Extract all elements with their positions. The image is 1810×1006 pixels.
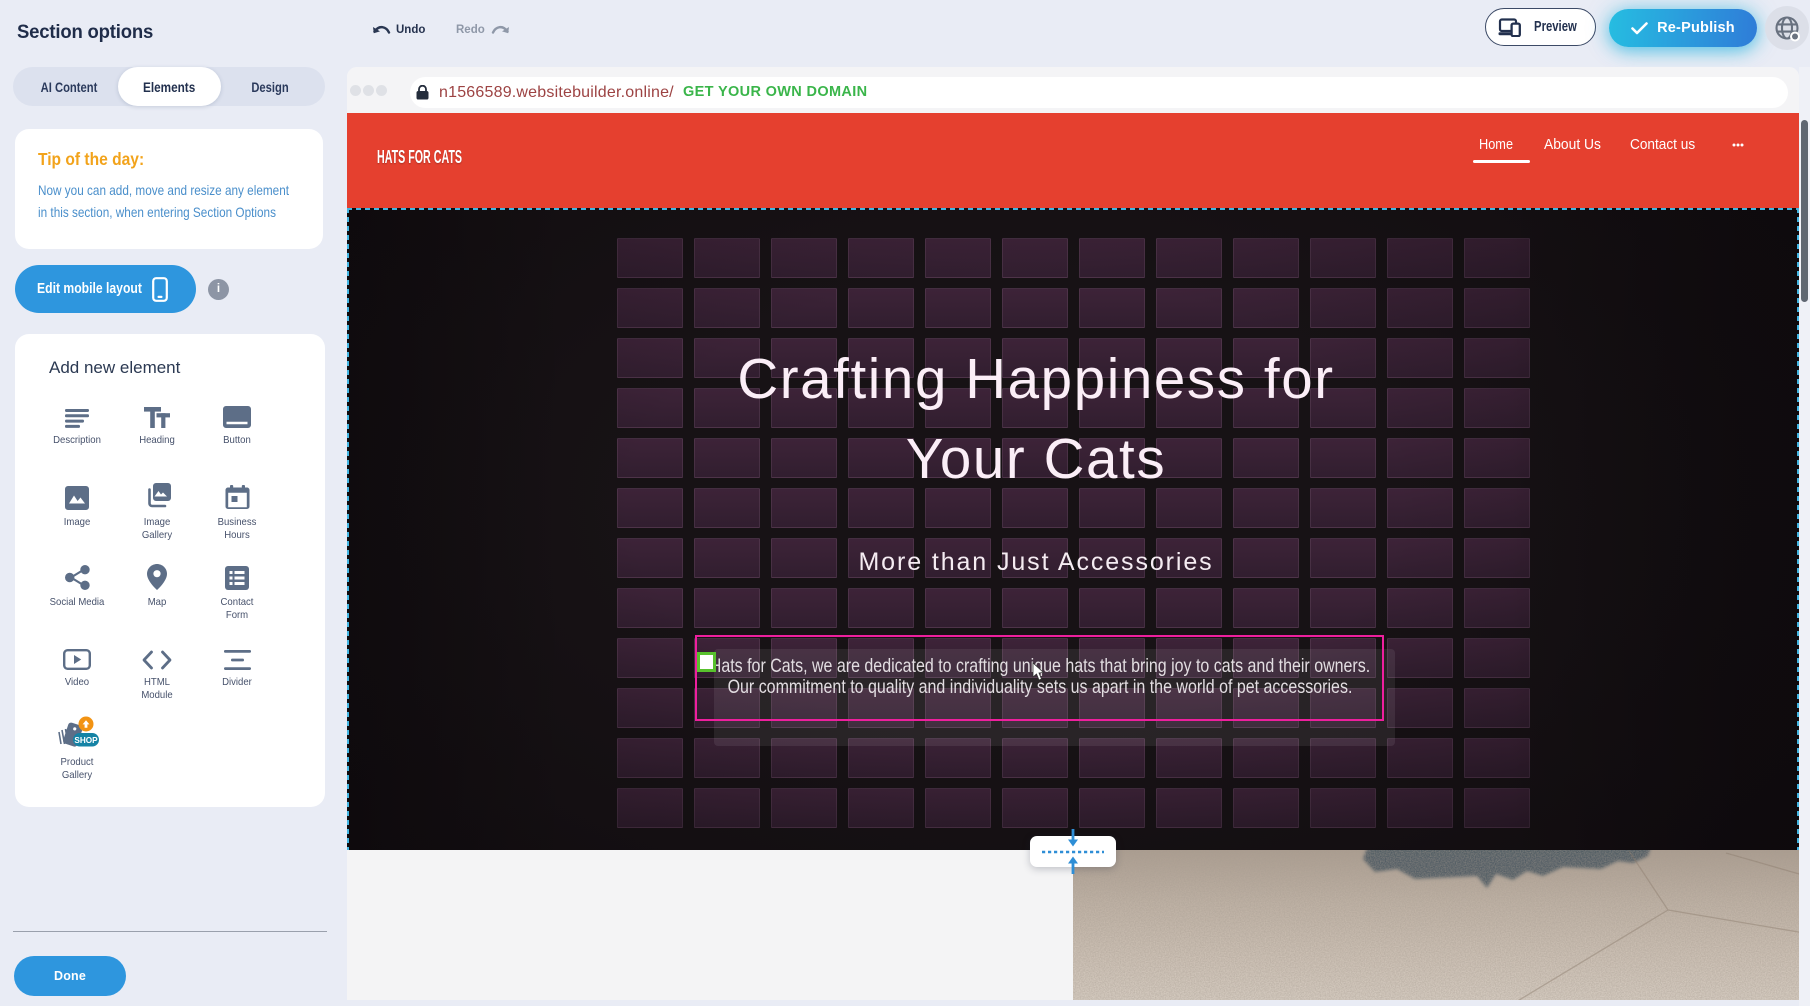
svg-text:SHOP: SHOP (74, 736, 98, 745)
